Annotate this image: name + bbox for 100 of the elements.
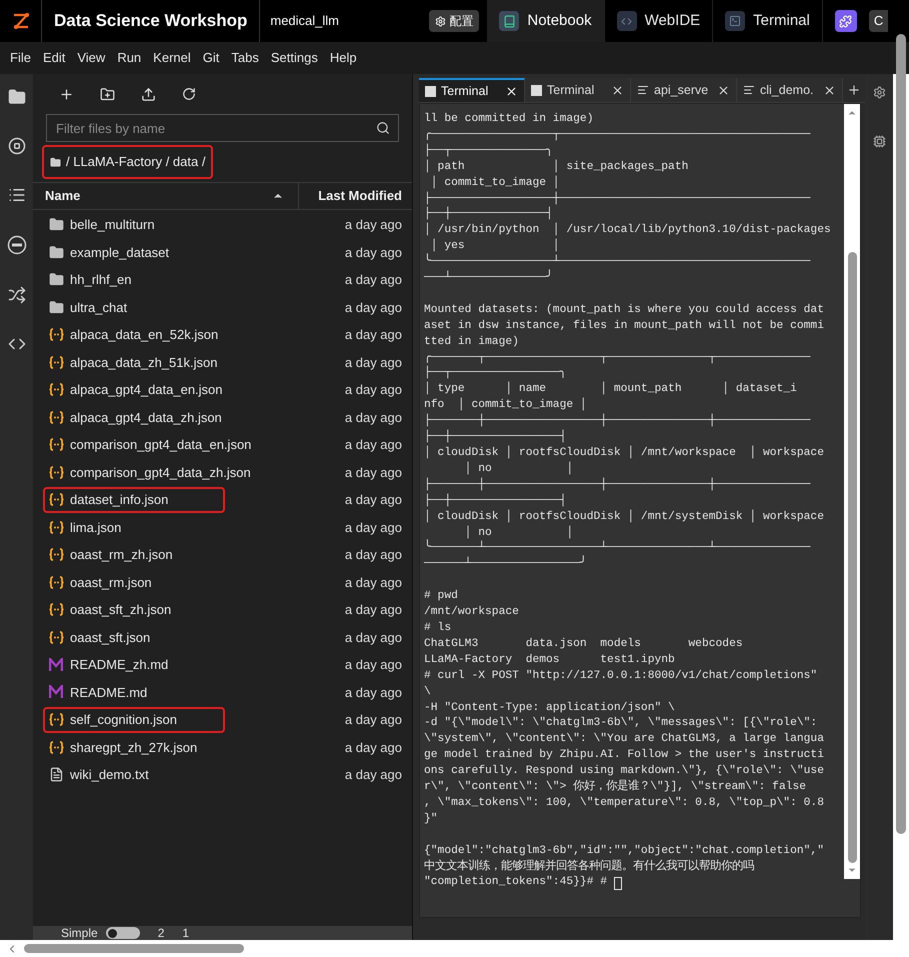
shuffle-icon[interactable] xyxy=(8,286,26,304)
braces-icon xyxy=(49,576,64,589)
modified-time: a day ago xyxy=(344,381,402,399)
file-entry[interactable]: alpaca_data_zh_51k.json xyxy=(43,349,228,376)
file-entry[interactable]: lima.json xyxy=(43,514,225,540)
file-entry[interactable]: comparison_gpt4_data_en.json xyxy=(43,432,262,458)
file-entry[interactable]: sharegpt_zh_27k.json xyxy=(43,734,225,760)
terminal-line: , \"max_tokens\": 100, \"temperature\": 0.8, \"top_p\": 0.8 xyxy=(424,796,824,811)
menu-item[interactable]: Help xyxy=(324,48,363,68)
terminal-line: │ cloudDisk │ rootfsCloudDisk │ /mnt/systemDisk │ workspace xyxy=(424,510,824,525)
terminal-line: │ /usr/bin/python │ /usr/local/lib/python3.10/dist-packages xyxy=(424,223,831,238)
file-entry[interactable]: belle_multiturn xyxy=(43,212,225,238)
menu-item[interactable]: Kernel xyxy=(147,48,197,68)
close-icon[interactable] xyxy=(505,84,518,98)
file-entry[interactable]: hh_rlhf_en xyxy=(43,266,225,293)
terminal-line: "completion_tokens":45}}# # xyxy=(424,875,608,890)
add-tab-icon[interactable] xyxy=(847,83,861,97)
menu-item[interactable]: Edit xyxy=(36,48,72,68)
chip-icon[interactable] xyxy=(872,135,886,148)
terminal-line: ├──┼──────────────┤ xyxy=(424,207,553,222)
file-entry[interactable]: self_cognition.json xyxy=(43,706,225,733)
terminal-line: │ type │ name │ mount_path │ dataset_i xyxy=(424,382,797,398)
file-entry[interactable]: alpaca_data_en_52k.json xyxy=(43,322,228,348)
file-entry[interactable]: oaast_sft.json xyxy=(43,624,225,650)
terminal-line: ├──┼────────────────┤ xyxy=(424,430,566,446)
modified-time: a day ago xyxy=(344,738,402,757)
m-icon xyxy=(49,685,64,700)
file-entry[interactable]: ultra_chat xyxy=(43,294,225,320)
modified-time: a day ago xyxy=(344,326,402,344)
modified-time: a day ago xyxy=(344,574,402,592)
file-entry[interactable]: README.md xyxy=(43,679,225,706)
cut-button[interactable]: C xyxy=(868,10,888,32)
menu-item[interactable]: File xyxy=(4,48,37,68)
filter-field[interactable]: Filter files by name xyxy=(46,114,399,142)
file-entry[interactable]: alpaca_gpt4_data_zh.json xyxy=(43,404,232,430)
terminal-line: ├──┬──────────────╮ xyxy=(424,144,553,159)
list-icon[interactable] xyxy=(8,186,26,204)
menu-item[interactable]: Run xyxy=(111,48,148,68)
terminal-line: # curl -X POST "http://127.0.0.1:8000/v1/chat/completions" xyxy=(424,668,818,684)
terminal-line: ll be committed in image) xyxy=(424,112,594,127)
file-entry[interactable]: comparison_gpt4_data_zh.json xyxy=(43,459,261,486)
terminal-line: /mnt/workspace xyxy=(424,605,519,620)
menu-item[interactable]: View xyxy=(71,48,112,68)
app-title: Data Science Workshop xyxy=(53,10,248,32)
modified-time: a day ago xyxy=(344,518,402,537)
braces-icon xyxy=(49,630,64,644)
column-header[interactable]: Last Modified xyxy=(298,183,412,209)
terminal-line: ge model trained by Zhipu.AI. Follow > the user's instructi xyxy=(424,748,824,764)
close-icon[interactable] xyxy=(611,84,624,96)
terminal-line: ╭───────┬─────────────────┬───────────────┬────────────── xyxy=(424,350,810,366)
menu-item[interactable]: Settings xyxy=(264,48,324,68)
gear-icon[interactable] xyxy=(872,86,886,99)
status-count: 1 xyxy=(182,927,190,939)
column-header[interactable]: Name xyxy=(33,186,272,206)
file-entry[interactable]: oaast_rm.json xyxy=(43,569,225,596)
file-entry[interactable]: alpaca_gpt4_data_en.json xyxy=(43,376,233,403)
modified-time: a day ago xyxy=(344,656,402,674)
terminal-tab[interactable]: Terminal xyxy=(419,78,525,102)
terminal-line: ├──┼────────────────┤ xyxy=(424,494,566,509)
braces-icon xyxy=(49,520,64,534)
braces-icon xyxy=(49,356,64,369)
file-entry[interactable]: README_zh.md xyxy=(43,652,225,678)
folder-icon[interactable] xyxy=(8,88,26,106)
menu-item[interactable]: Tabs xyxy=(225,48,265,68)
mode-toggle[interactable] xyxy=(106,927,140,939)
workspace-tab[interactable]: Notebook xyxy=(487,0,605,42)
terminal-line: ons carefully. Respond using markdown.\"}, {\"role\": \"use xyxy=(424,764,824,780)
mode-label: Simple xyxy=(61,927,98,939)
file-entry[interactable]: oaast_rm_zh.json xyxy=(43,542,225,568)
modified-time: a day ago xyxy=(344,766,402,784)
file-entry[interactable]: dataset_info.json xyxy=(43,486,225,513)
close-icon[interactable] xyxy=(823,84,836,96)
modified-time: a day ago xyxy=(344,601,402,619)
terminal-line: \"system\", \"content\": \"You are ChatGLM3, a large langua xyxy=(424,732,824,748)
braces-icon xyxy=(49,740,64,754)
plus-icon[interactable] xyxy=(59,86,74,102)
file-entry[interactable]: oaast_sft_zh.json xyxy=(43,596,225,623)
project-name: medical_llm xyxy=(270,12,339,30)
file-entry[interactable]: example_dataset xyxy=(43,239,225,266)
config-button[interactable]: 配置 xyxy=(429,10,480,32)
scrollbar-thumb[interactable] xyxy=(848,252,856,863)
braces-icon xyxy=(49,466,64,479)
close-icon[interactable] xyxy=(717,84,730,96)
menu-item[interactable]: Git xyxy=(196,48,226,68)
stop-icon[interactable] xyxy=(8,137,26,155)
new-folder-icon[interactable] xyxy=(100,86,115,102)
braces-icon xyxy=(49,713,64,726)
upload-icon[interactable] xyxy=(141,86,156,102)
terminal-line: │ path │ site_packages_path xyxy=(424,160,688,175)
file-entry[interactable]: wiki_demo.txt xyxy=(43,762,225,788)
notebook-icon xyxy=(499,11,520,31)
breadcrumb[interactable]: / LLaMA-Factory / data / xyxy=(42,145,214,179)
folder-icon xyxy=(49,272,64,288)
status-count: 2 xyxy=(158,927,164,939)
refresh-icon[interactable] xyxy=(182,87,196,101)
terminal-line: │ yes │ xyxy=(430,239,560,253)
modified-time: a day ago xyxy=(344,354,402,372)
page-scrollbar-thumb[interactable] xyxy=(896,34,906,834)
horizontal-scrollbar-thumb[interactable] xyxy=(24,944,244,953)
modified-time: a day ago xyxy=(344,216,402,234)
